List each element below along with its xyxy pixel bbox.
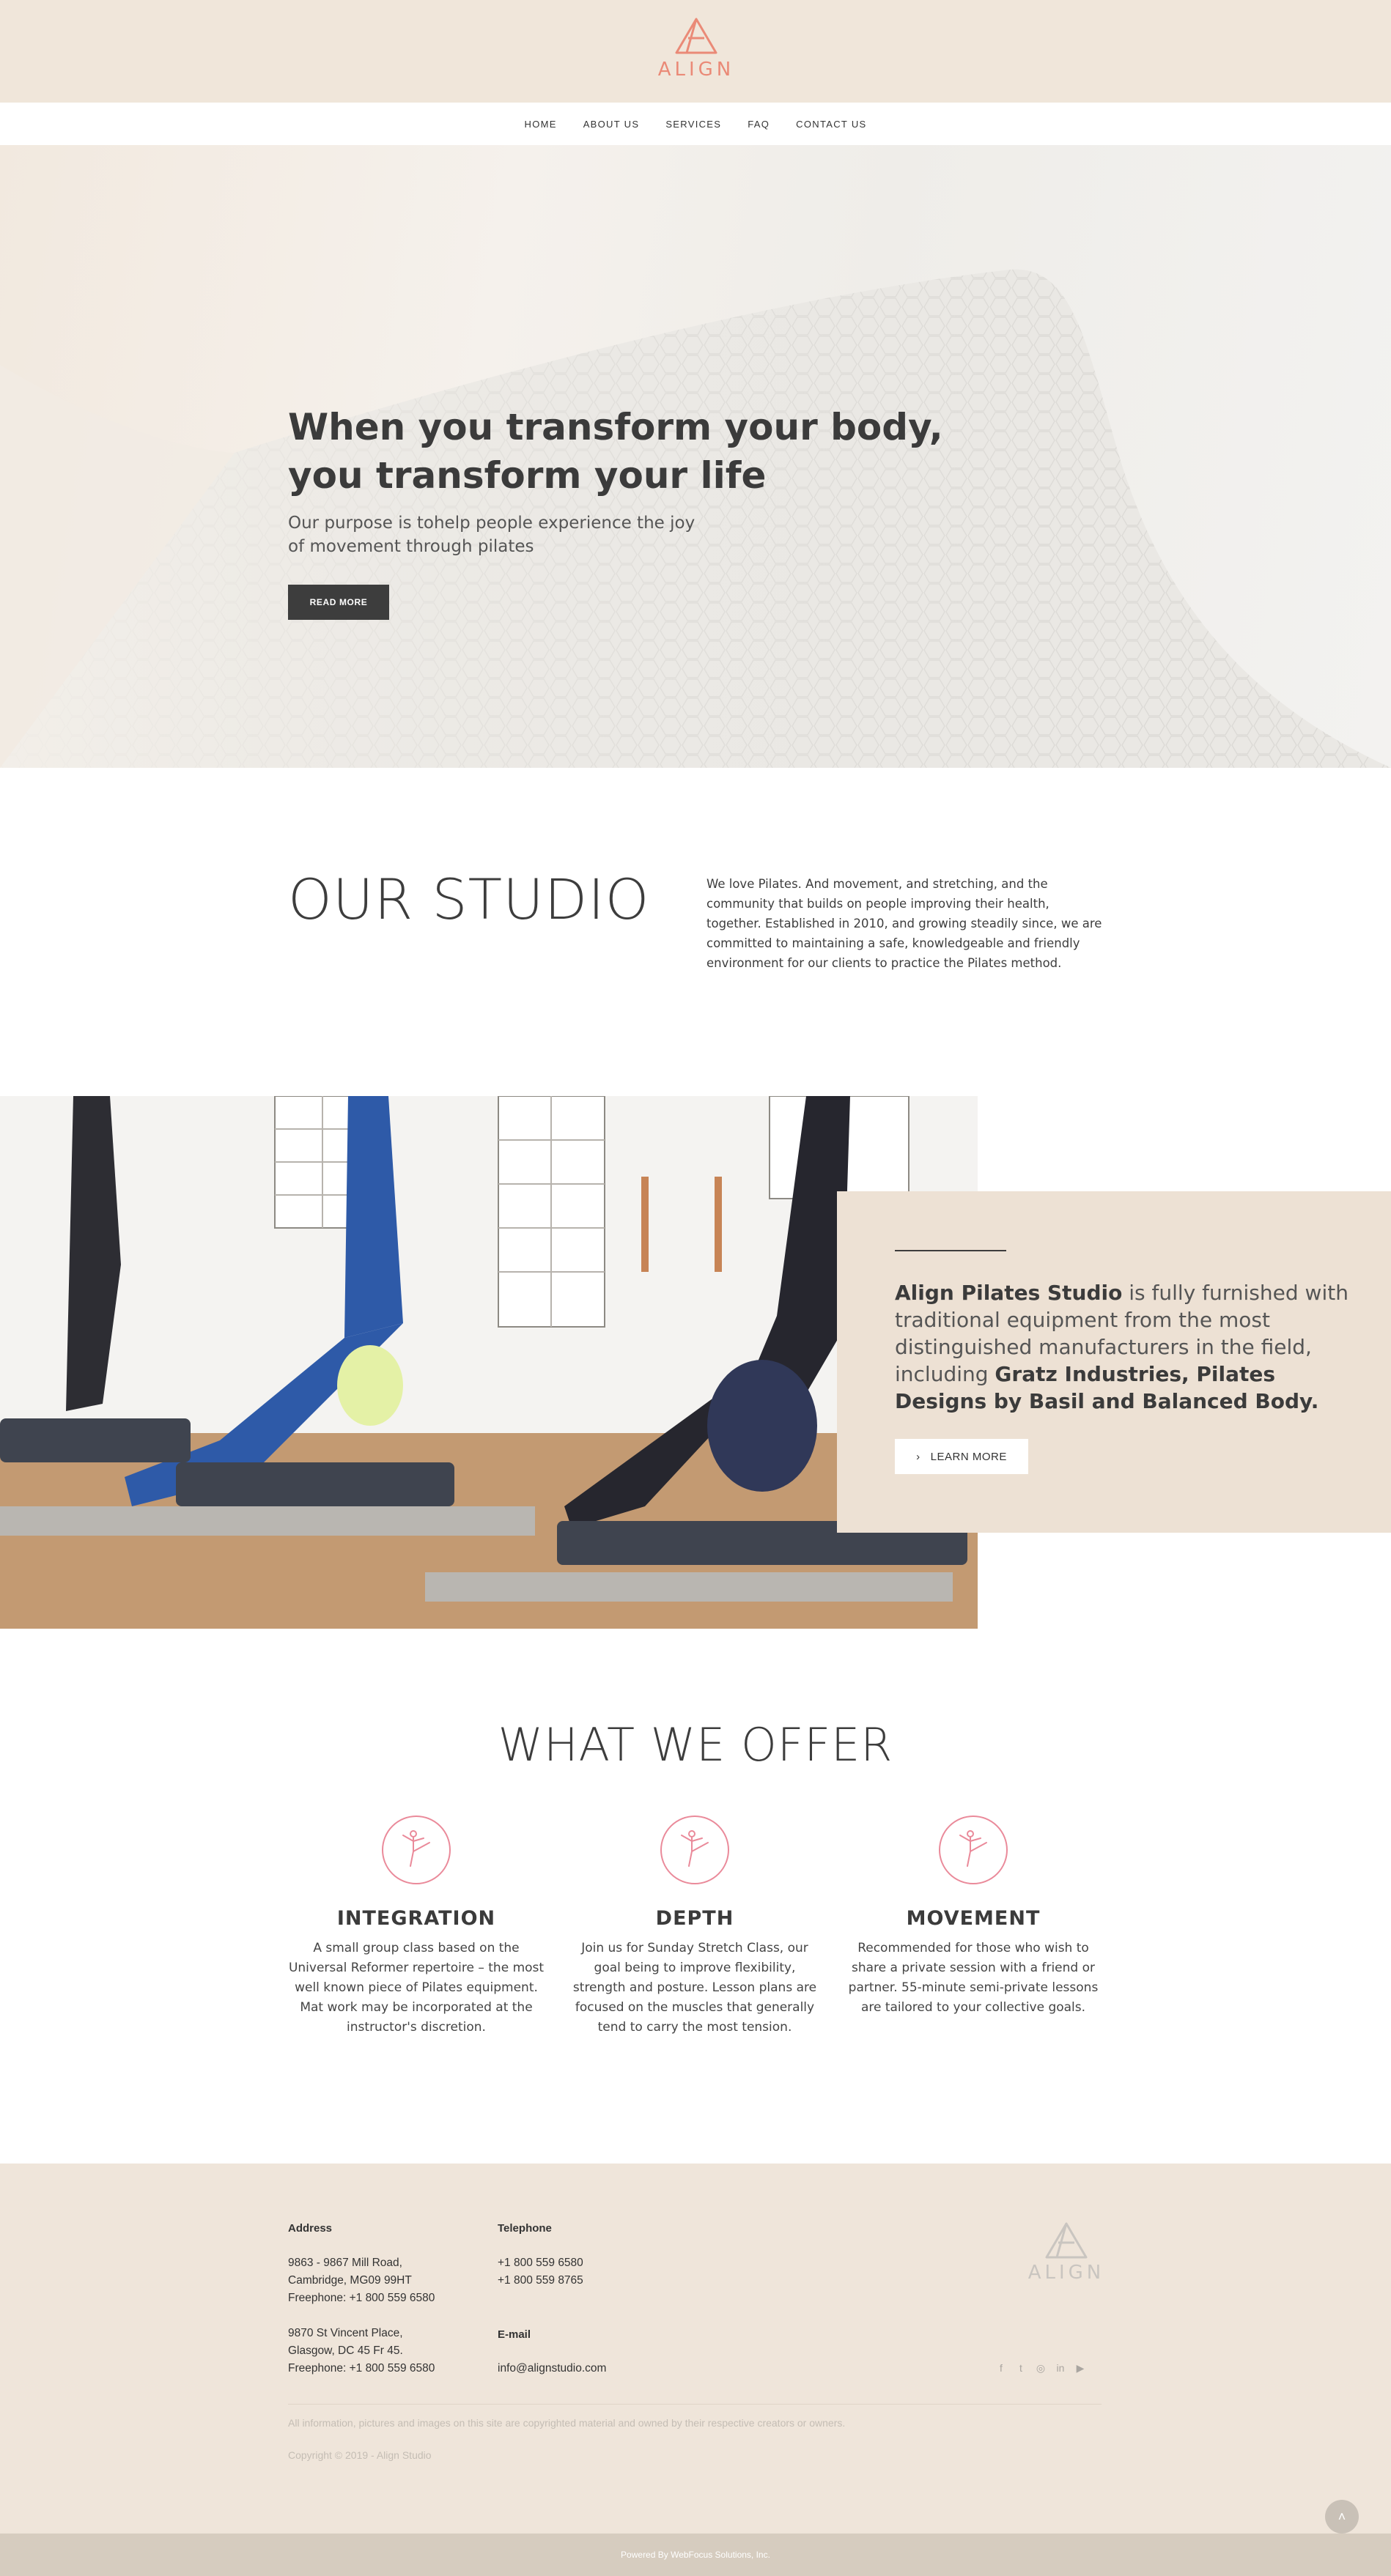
phone-link[interactable]: +1 800 559 6580: [498, 2254, 583, 2272]
yoga-pose-icon: [382, 1816, 451, 1884]
logo-mark-icon: [675, 18, 717, 54]
logo-text: ALIGN: [657, 59, 735, 81]
yoga-pose-icon: [660, 1816, 729, 1884]
studio-title: OUR STUDIO: [288, 867, 650, 932]
telephone-list: +1 800 559 6580 +1 800 559 8765: [498, 2254, 583, 2290]
twitter-icon[interactable]: t: [1015, 2361, 1027, 2375]
footer: Address 9863 - 9867 Mill Road, Cambridge…: [0, 2164, 1391, 2534]
email-link[interactable]: info@alignstudio.com: [498, 2360, 606, 2377]
nav-about-us[interactable]: ABOUT US: [583, 119, 640, 130]
main-nav: HOME ABOUT US SERVICES FAQ CONTACT US: [0, 103, 1391, 145]
offer-item-depth: DEPTH Join us for Sunday Stretch Class, …: [567, 1815, 823, 2038]
offer-item-title: DEPTH: [655, 1907, 734, 1930]
feature-text: Align Pilates Studio is fully furnished …: [895, 1279, 1349, 1415]
offer-item-text: Recommended for those who wish to share …: [848, 1941, 1099, 2015]
back-to-top-button[interactable]: ˄: [1325, 2500, 1359, 2534]
offer-item-movement: MOVEMENT Recommended for those who wish …: [845, 1815, 1102, 2018]
feature-studio-name: Align Pilates Studio: [895, 1281, 1123, 1305]
nav-contact-us[interactable]: CONTACT US: [796, 119, 866, 130]
feature-card: Align Pilates Studio is fully furnished …: [837, 1191, 1391, 1533]
address-line: Freephone: +1 800 559 6580: [288, 2362, 435, 2375]
site-logo[interactable]: ALIGN: [652, 16, 740, 81]
email-label: E-mail: [498, 2328, 531, 2341]
footer-logo[interactable]: ALIGN: [1022, 2221, 1110, 2284]
powered-by-text[interactable]: Powered By WebFocus Solutions, Inc.: [621, 2550, 770, 2560]
learn-more-button[interactable]: › LEARN MORE: [895, 1439, 1028, 1474]
offer-item-title: INTEGRATION: [336, 1907, 496, 1930]
offer-item-text: A small group class based on the Univers…: [288, 1941, 545, 2035]
offer-item-title: MOVEMENT: [906, 1907, 1041, 1930]
address-label: Address: [288, 2222, 333, 2235]
nav-faq[interactable]: FAQ: [748, 119, 770, 130]
address-line: Glasgow, DC 45 Fr 45.: [288, 2344, 403, 2357]
studio-photo: [0, 1096, 978, 1629]
chevron-right-icon: ›: [916, 1450, 920, 1463]
nav-home[interactable]: HOME: [525, 119, 557, 130]
instagram-icon[interactable]: ◎: [1035, 2361, 1047, 2375]
phone-link[interactable]: +1 800 559 8765: [498, 2272, 583, 2290]
hero-title: When you transform your body, you transf…: [288, 406, 943, 497]
read-more-button[interactable]: READ MORE: [288, 585, 389, 620]
address-line: Cambridge, MG09 99HT: [288, 2274, 412, 2287]
pilates-class-image: [0, 1096, 978, 1629]
yoga-pose-icon: [939, 1816, 1008, 1884]
offer-item-integration: INTEGRATION A small group class based on…: [288, 1815, 545, 2038]
hero-section: When you transform your body, you transf…: [0, 145, 1391, 768]
nav-services[interactable]: SERVICES: [665, 119, 721, 130]
youtube-icon[interactable]: ▶: [1074, 2361, 1086, 2375]
offer-item-text: Join us for Sunday Stretch Class, our go…: [572, 1941, 817, 2035]
linkedin-icon[interactable]: in: [1055, 2361, 1066, 2375]
card-divider: [895, 1250, 1006, 1251]
address-line: 9870 St Vincent Place,: [288, 2327, 403, 2339]
address-line: Freephone: +1 800 559 6580: [288, 2292, 435, 2304]
chevron-up-icon: ˄: [1338, 2509, 1346, 2524]
hero-subtitle: Our purpose is tohelp people experience …: [288, 514, 696, 556]
address-block-2: 9870 St Vincent Place, Glasgow, DC 45 Fr…: [288, 2325, 435, 2377]
offer-title: WHAT WE OFFER: [498, 1718, 893, 1772]
footer-logo-text: ALIGN: [1027, 2262, 1105, 2284]
learn-more-label: LEARN MORE: [930, 1450, 1007, 1463]
powered-by-bar: Powered By WebFocus Solutions, Inc.: [0, 2534, 1391, 2576]
copyright: Copyright © 2019 - Align Studio: [288, 2449, 432, 2461]
address-line: 9863 - 9867 Mill Road,: [288, 2257, 402, 2269]
footer-divider: [288, 2404, 1102, 2405]
telephone-label: Telephone: [498, 2222, 552, 2235]
social-links: f t ◎ in ▶: [995, 2361, 1086, 2375]
disclaimer: All information, pictures and images on …: [288, 2417, 846, 2429]
address-block-1: 9863 - 9867 Mill Road, Cambridge, MG09 9…: [288, 2254, 435, 2307]
logo-mark-icon: [1045, 2222, 1088, 2259]
studio-description: We love Pilates. And movement, and stret…: [706, 877, 1102, 970]
facebook-icon[interactable]: f: [995, 2361, 1007, 2375]
